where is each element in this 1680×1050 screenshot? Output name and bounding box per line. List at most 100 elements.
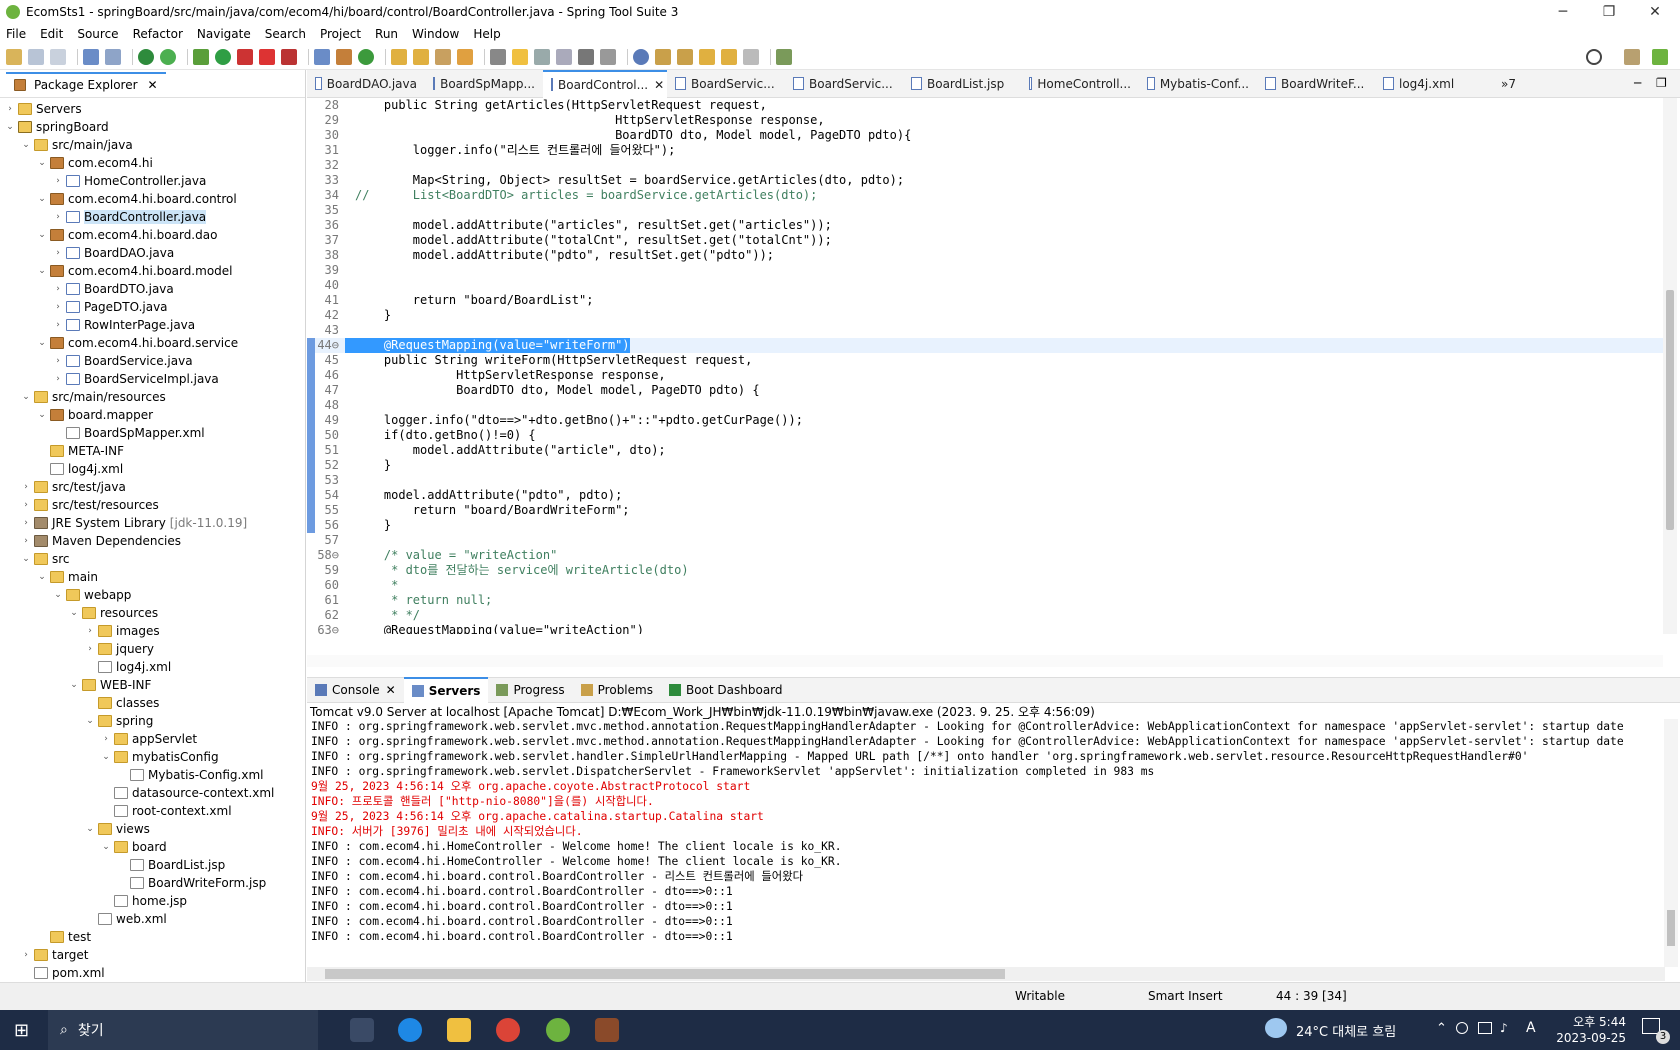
tray-chevron-icon[interactable]: ⌃ bbox=[1436, 1021, 1447, 1036]
tree-item[interactable]: › BoardDTO.java bbox=[0, 280, 305, 298]
maximize-editor-icon[interactable]: ❐ bbox=[1656, 76, 1667, 90]
console-tab[interactable]: Boot Dashboard bbox=[661, 677, 791, 703]
code-line[interactable]: 57 bbox=[307, 533, 1663, 548]
collapse-icon[interactable]: ⌄ bbox=[20, 391, 32, 403]
code-line[interactable]: 61 * return null; bbox=[307, 593, 1663, 608]
word-wrap-icon[interactable] bbox=[556, 48, 572, 65]
menu-help[interactable]: Help bbox=[473, 27, 500, 41]
tree-item[interactable]: › BoardController.java bbox=[0, 208, 305, 226]
code-line[interactable]: 63⊖ @RequestMapping(value="writeAction") bbox=[307, 623, 1663, 634]
spring-tool-suite-taskbar-icon[interactable] bbox=[546, 1018, 570, 1042]
collapse-icon[interactable]: ⌄ bbox=[36, 571, 48, 583]
tree-item[interactable]: › BoardService.java bbox=[0, 352, 305, 370]
code-editor[interactable]: 28 public String getArticles(HttpServlet… bbox=[307, 98, 1663, 634]
tab-package-explorer[interactable]: Package Explorer ✕ bbox=[6, 71, 166, 96]
search-icon[interactable] bbox=[1586, 48, 1602, 65]
menu-edit[interactable]: Edit bbox=[40, 27, 63, 41]
collapse-icon[interactable]: ⌄ bbox=[36, 193, 48, 205]
console-tab[interactable]: Servers bbox=[403, 677, 489, 703]
minimize-button[interactable]: ─ bbox=[1540, 0, 1586, 24]
console-tab[interactable]: Progress bbox=[488, 677, 572, 703]
tree-item[interactable]: › target bbox=[0, 946, 305, 964]
tree-item[interactable]: ⌄ src/main/java bbox=[0, 136, 305, 154]
minimize-editor-icon[interactable]: ─ bbox=[1634, 76, 1641, 90]
tree-item[interactable]: home.jsp bbox=[0, 892, 305, 910]
console-scroll-thumb[interactable] bbox=[1667, 910, 1675, 946]
tree-item[interactable]: ⌄ com.ecom4.hi.board.control bbox=[0, 190, 305, 208]
code-line[interactable]: 38 model.addAttribute("pdto", resultSet.… bbox=[307, 248, 1663, 263]
new-java-project-icon[interactable] bbox=[314, 48, 330, 65]
open-type-icon[interactable] bbox=[391, 48, 407, 65]
code-line[interactable]: 35 bbox=[307, 203, 1663, 218]
tree-item[interactable]: ⌄ main bbox=[0, 568, 305, 586]
next-annotation-icon[interactable] bbox=[655, 48, 671, 65]
editor-tab[interactable]: BoardDAO.java bbox=[307, 70, 425, 98]
menu-run[interactable]: Run bbox=[375, 27, 398, 41]
code-line[interactable]: 54 model.addAttribute("pdto", pdto); bbox=[307, 488, 1663, 503]
volume-icon[interactable]: ♪ bbox=[1500, 1021, 1508, 1035]
code-line[interactable]: 43 bbox=[307, 323, 1663, 338]
code-line[interactable]: 29 HttpServletResponse response, bbox=[307, 113, 1663, 128]
tree-item[interactable]: › Maven Dependencies bbox=[0, 532, 305, 550]
tree-item[interactable]: ⌄ mybatisConfig bbox=[0, 748, 305, 766]
expand-icon[interactable]: › bbox=[52, 175, 64, 187]
tree-item[interactable]: › images bbox=[0, 622, 305, 640]
code-line[interactable]: 55 return "board/BoardWriteForm"; bbox=[307, 503, 1663, 518]
open-task-icon[interactable] bbox=[457, 48, 473, 65]
file-explorer-icon[interactable] bbox=[447, 1018, 471, 1042]
menu-search[interactable]: Search bbox=[265, 27, 306, 41]
terminal-icon[interactable] bbox=[83, 48, 99, 65]
code-line[interactable]: 34 // List<BoardDTO> articles = boardServ… bbox=[307, 188, 1663, 203]
editor-tab[interactable]: BoardControl... ✕ bbox=[543, 69, 667, 98]
menu-window[interactable]: Window bbox=[412, 27, 459, 41]
code-line[interactable]: 44⊖ @RequestMapping(value="writeForm") bbox=[307, 338, 1663, 353]
pin-icon[interactable] bbox=[776, 48, 792, 65]
tree-item[interactable]: › PageDTO.java bbox=[0, 298, 305, 316]
code-line[interactable]: 30 BoardDTO dto, Model model, PageDTO pd… bbox=[307, 128, 1663, 143]
console-hscroll-thumb[interactable] bbox=[325, 969, 1005, 979]
chrome-icon[interactable] bbox=[496, 1018, 520, 1042]
collapse-icon[interactable]: ⌄ bbox=[36, 409, 48, 421]
collapse-icon[interactable]: ⌄ bbox=[100, 841, 112, 853]
tree-item[interactable]: datasource-context.xml bbox=[0, 784, 305, 802]
block-selection-icon[interactable] bbox=[534, 48, 550, 65]
save-icon[interactable] bbox=[28, 48, 44, 65]
code-line[interactable]: 39 bbox=[307, 263, 1663, 278]
editor-tab[interactable]: BoardServic... bbox=[785, 70, 903, 98]
task-view-icon[interactable] bbox=[350, 1018, 374, 1042]
expand-icon[interactable]: › bbox=[20, 535, 32, 547]
ime-indicator[interactable]: A bbox=[1526, 1020, 1536, 1036]
run-external-icon[interactable] bbox=[237, 48, 253, 65]
new-package-icon[interactable] bbox=[336, 48, 352, 65]
expand-icon[interactable]: › bbox=[52, 355, 64, 367]
stop-icon[interactable] bbox=[259, 48, 275, 65]
tree-item[interactable]: ⌄ WEB-INF bbox=[0, 676, 305, 694]
console-tab[interactable]: Problems bbox=[573, 677, 661, 703]
expand-icon[interactable]: › bbox=[4, 103, 16, 115]
editor-tab[interactable]: BoardServic... bbox=[667, 70, 785, 98]
collapse-icon[interactable]: ⌄ bbox=[36, 265, 48, 277]
tree-item[interactable]: web.xml bbox=[0, 910, 305, 928]
run-icon[interactable] bbox=[215, 48, 231, 65]
code-line[interactable]: 42 } bbox=[307, 308, 1663, 323]
code-line[interactable]: 50 if(dto.getBno()!=0) { bbox=[307, 428, 1663, 443]
tree-item[interactable]: ⌄ com.ecom4.hi.board.dao bbox=[0, 226, 305, 244]
code-line[interactable]: 51 model.addAttribute("article", dto); bbox=[307, 443, 1663, 458]
menu-project[interactable]: Project bbox=[320, 27, 361, 41]
last-edit-icon[interactable] bbox=[699, 48, 715, 65]
code-line[interactable]: 59 * dto를 전달하는 service에 writeArticle(dto… bbox=[307, 563, 1663, 578]
tree-item[interactable]: › HomeController.java bbox=[0, 172, 305, 190]
tree-item[interactable]: › BoardServiceImpl.java bbox=[0, 370, 305, 388]
save-all-icon[interactable] bbox=[50, 48, 66, 65]
close-button[interactable]: ✕ bbox=[1632, 0, 1678, 24]
tree-item[interactable]: › RowInterPage.java bbox=[0, 316, 305, 334]
menu-file[interactable]: File bbox=[6, 27, 26, 41]
tree-item[interactable]: ⌄ resources bbox=[0, 604, 305, 622]
collapse-icon[interactable]: ⌄ bbox=[68, 679, 80, 691]
refresh-icon[interactable] bbox=[160, 48, 176, 65]
editor-tab[interactable]: log4j.xml bbox=[1375, 70, 1493, 98]
taskbar-search[interactable]: ⌕ 찾기 bbox=[48, 1010, 318, 1050]
expand-icon[interactable]: › bbox=[52, 301, 64, 313]
tree-item[interactable]: ⌄ board bbox=[0, 838, 305, 856]
expand-icon[interactable]: › bbox=[20, 499, 32, 511]
